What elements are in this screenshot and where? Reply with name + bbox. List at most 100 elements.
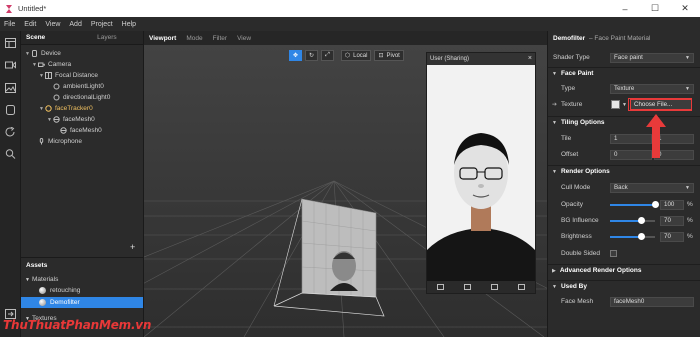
bg-influence-input[interactable]: 70 — [660, 215, 684, 226]
menu-view[interactable]: View — [45, 21, 60, 28]
viewport-tabs: Viewport Mode Filter View — [144, 31, 547, 45]
asset-item-demofilter[interactable]: Demofilter — [21, 297, 143, 308]
tab-viewport[interactable]: Viewport — [144, 35, 181, 42]
video-icon[interactable] — [5, 60, 16, 70]
chevron-down-icon: ▼ — [552, 168, 557, 175]
shader-type-row: Shader Type Face paint ▼ — [548, 51, 700, 64]
video-icon[interactable] — [437, 284, 444, 290]
close-icon[interactable]: × — [528, 55, 532, 62]
title-bar: Untitled* – ☐ ✕ — [0, 0, 700, 17]
pivot-icon: ⊡ — [378, 53, 384, 59]
menu-add[interactable]: Add — [69, 21, 81, 28]
texture-swatch[interactable] — [611, 100, 620, 109]
move-tool-icon[interactable]: ✥ — [289, 50, 303, 61]
tab-scene[interactable]: Scene — [21, 34, 50, 41]
tree-item-focal-distance[interactable]: ▼ Focal Distance — [39, 70, 98, 81]
section-tiling-options[interactable]: ▼ Tiling Options — [548, 116, 700, 128]
tree-item-label: directionalLight0 — [63, 94, 111, 101]
pivot-button[interactable]: ⊡ Pivot — [374, 50, 404, 61]
simulator-preview[interactable]: User (Sharing) × — [426, 52, 536, 294]
opacity-input[interactable]: 100 — [660, 199, 684, 210]
double-sided-checkbox[interactable] — [610, 250, 617, 257]
slider-knob[interactable] — [638, 233, 645, 240]
switch-camera-icon[interactable] — [464, 284, 471, 290]
microphone-icon — [39, 138, 44, 145]
cull-mode-row: Cull Mode Back ▼ — [548, 181, 700, 194]
bg-influence-slider[interactable] — [610, 217, 655, 224]
properties-panel: Demofilter – Face Paint Material Shader … — [547, 31, 700, 337]
face-mesh-icon — [53, 116, 60, 123]
bg-influence-row: BG Influence 70 % — [548, 214, 700, 227]
tree-item-label: Focal Distance — [55, 72, 98, 79]
tab-layers[interactable]: Layers — [92, 34, 122, 41]
screenshot-icon[interactable] — [518, 284, 525, 290]
cull-mode-select[interactable]: Back ▼ — [610, 182, 694, 193]
cube-icon: ⬡ — [344, 53, 351, 59]
asset-item-retouching[interactable]: retouching — [21, 285, 143, 296]
menu-file[interactable]: File — [4, 21, 15, 28]
local-button[interactable]: ⬡ Local — [340, 50, 372, 61]
minimize-icon[interactable]: – — [610, 0, 640, 17]
menu-mode[interactable]: Mode — [181, 35, 207, 42]
add-object-button[interactable]: + — [130, 242, 135, 252]
image-icon[interactable] — [5, 83, 16, 93]
menu-filter[interactable]: Filter — [208, 35, 232, 42]
rotate-tool-icon[interactable]: ↻ — [305, 50, 319, 61]
brightness-slider[interactable] — [610, 233, 655, 240]
tree-item-face-mesh-child[interactable]: faceMesh0 — [54, 125, 102, 136]
tree-item-microphone[interactable]: Microphone — [32, 136, 82, 147]
slider-knob[interactable] — [651, 201, 659, 208]
refresh-icon[interactable] — [5, 127, 16, 137]
tree-item-face-mesh-parent[interactable]: ▼ faceMesh0 — [47, 114, 95, 125]
type-select[interactable]: Texture ▼ — [610, 83, 694, 94]
layout-icon[interactable] — [5, 38, 16, 48]
offset-row: Offset 0 0 — [548, 148, 700, 161]
section-title: Face Paint — [560, 70, 594, 77]
tree-item-camera[interactable]: ▼ Camera — [32, 59, 71, 70]
slider-knob[interactable] — [638, 217, 645, 224]
chevron-down-icon: ▼ — [552, 70, 557, 77]
section-advanced-render-options[interactable]: ▶ Advanced Render Options — [548, 264, 700, 276]
scale-tool-icon[interactable]: ⤢ — [321, 50, 334, 61]
tree-item-label: Device — [41, 50, 61, 57]
slider-fill — [610, 220, 642, 222]
tool-strip — [0, 31, 21, 337]
scene-panel: Scene Layers ▼ Device ▼ Camera ▼ Focal D… — [21, 31, 143, 257]
close-icon[interactable]: ✕ — [670, 0, 700, 17]
percent-label: % — [687, 201, 693, 208]
tree-item-ambient-light[interactable]: ambientLight0 — [47, 81, 104, 92]
restart-icon[interactable] — [491, 284, 498, 290]
section-render-options[interactable]: ▼ Render Options — [548, 165, 700, 177]
chevron-down-icon: ▼ — [685, 54, 690, 61]
link-arrow-icon[interactable]: ➔ — [552, 101, 557, 108]
tree-item-label: Camera — [48, 61, 72, 68]
face-mesh-link[interactable]: faceMesh0 — [610, 296, 694, 307]
window-title: Untitled* — [18, 4, 47, 13]
viewport[interactable]: Viewport Mode Filter View ✥ ↻ ⤢ ⬡ Local ⊡… — [143, 31, 547, 337]
menu-edit[interactable]: Edit — [24, 21, 36, 28]
search-icon[interactable] — [5, 149, 16, 159]
shader-type-select[interactable]: Face paint ▼ — [610, 52, 694, 63]
tree-item-directional-light[interactable]: directionalLight0 — [47, 92, 110, 103]
menu-view[interactable]: View — [232, 35, 256, 42]
double-sided-row: Double Sided — [548, 247, 700, 260]
tree-item-device[interactable]: ▼ Device — [25, 48, 61, 59]
chevron-down-icon: ▼ — [552, 283, 557, 290]
maximize-icon[interactable]: ☐ — [640, 0, 670, 17]
menu-project[interactable]: Project — [91, 21, 113, 28]
tree-item-face-tracker[interactable]: ▼ faceTracker0 — [39, 103, 93, 114]
asset-folder-materials[interactable]: ▼ Materials — [21, 274, 143, 285]
chevron-down-icon[interactable]: ▼ — [622, 102, 627, 108]
device-frame-icon[interactable] — [5, 105, 16, 115]
chevron-down-icon[interactable]: ▼ — [25, 277, 32, 283]
texture-label: Texture — [561, 101, 583, 108]
brightness-input[interactable]: 70 — [660, 231, 684, 242]
section-used-by[interactable]: ▼ Used By — [548, 280, 700, 292]
menu-help[interactable]: Help — [122, 21, 136, 28]
section-face-paint[interactable]: ▼ Face Paint — [548, 67, 700, 79]
face-mesh-value: faceMesh0 — [614, 298, 645, 305]
opacity-slider[interactable] — [610, 201, 659, 208]
chevron-down-icon: ▼ — [685, 85, 690, 92]
tile-row: Tile 1 1 — [548, 132, 700, 145]
watermark: ThuThuatPhanMem.vn — [3, 318, 152, 332]
